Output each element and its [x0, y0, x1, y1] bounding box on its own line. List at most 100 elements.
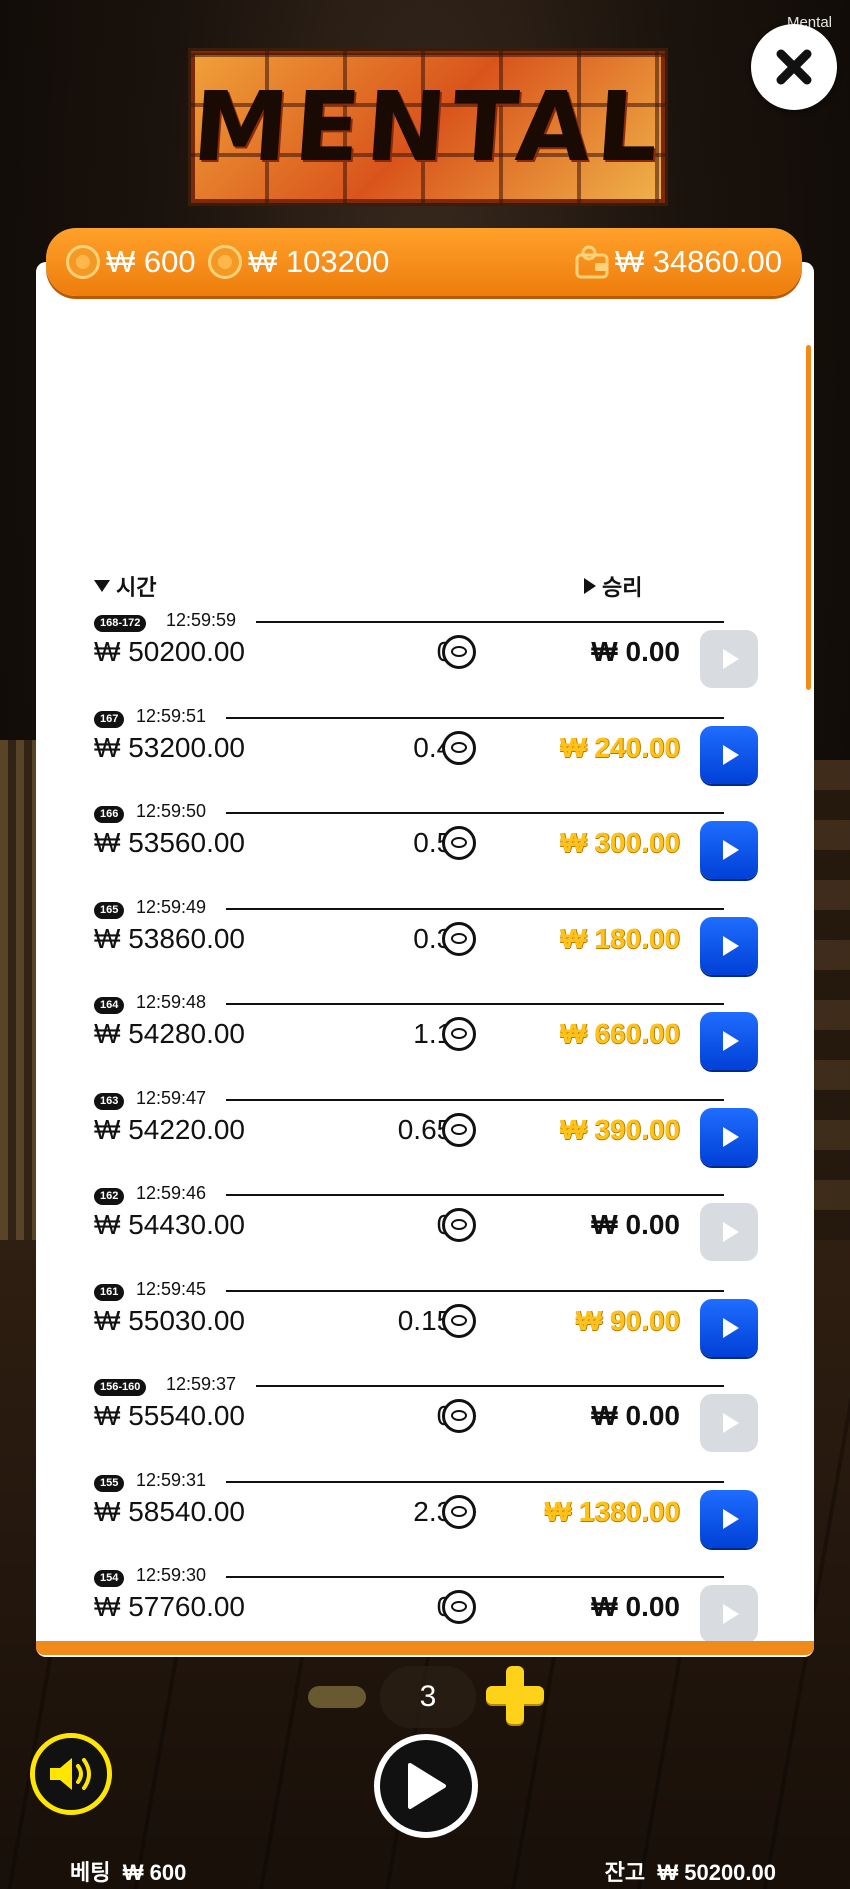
row-win-amount: ₩ 0.00: [591, 1209, 680, 1240]
coin-icon: [442, 1399, 476, 1433]
history-row: 16712:59:51₩ 53200.000.4 x₩ 240.00: [36, 698, 814, 794]
row-separator: [226, 1289, 724, 1292]
coin-icon: [442, 1112, 476, 1147]
row-bet-amount: ₩ 53860.00: [94, 922, 245, 954]
play-button[interactable]: [374, 1734, 478, 1838]
coin-stack-icon: [208, 245, 242, 279]
speaker-icon: [50, 1758, 91, 1790]
play-icon: [723, 1031, 739, 1051]
row-separator: [226, 1098, 724, 1101]
row-bet-amount: ₩ 55540.00: [94, 1400, 245, 1431]
row-bet-amount: ₩ 54430.00: [94, 1209, 245, 1240]
wallet-icon: [575, 245, 609, 279]
round-time: 12:59:48: [136, 992, 207, 1012]
play-icon: [723, 649, 739, 669]
history-row: 15512:59:31₩ 58540.002.3 x₩ 1380.00: [36, 1462, 814, 1558]
coin-icon: [442, 1017, 476, 1051]
row-win-amount: ₩ 0.00: [591, 1591, 680, 1622]
replay-button[interactable]: [700, 1585, 758, 1643]
history-row: 168-17212:59:59₩ 50200.000 x₩ 0.00: [36, 602, 814, 698]
row-separator: [226, 812, 724, 814]
background-wall-left: [0, 740, 40, 1260]
row-separator: [226, 1576, 724, 1578]
row-bet-amount: ₩ 54280.00: [94, 1018, 245, 1049]
close-button[interactable]: [751, 24, 837, 110]
replay-button[interactable]: [700, 1298, 758, 1357]
history-row: 16512:59:49₩ 53860.000.3 x₩ 180.00: [36, 889, 814, 985]
round-badge: 167: [94, 710, 125, 728]
row-bet-amount: ₩ 58540.00: [94, 1495, 245, 1527]
play-icon: [408, 1763, 446, 1809]
row-win-amount: ₩ 300.00: [560, 827, 680, 858]
round-badge: 164: [94, 997, 125, 1014]
panel-bottom-bar: [36, 1641, 814, 1655]
coin-icon: [442, 1590, 476, 1624]
row-bet-amount: ₩ 53560.00: [94, 827, 245, 858]
row-bet-amount: ₩ 57760.00: [94, 1591, 245, 1622]
time-column-header[interactable]: 시간: [94, 570, 156, 602]
total-amount: ₩ 103200: [208, 244, 389, 280]
increase-button[interactable]: [486, 1666, 544, 1724]
round-time: 12:59:31: [136, 1469, 207, 1490]
wallet-amount: ₩ 34860.00: [575, 244, 782, 280]
coin-icon: [442, 1303, 476, 1338]
sort-right-icon: [584, 578, 596, 594]
balance-bar: ₩ 600 ₩ 103200 ₩ 34860.00: [46, 228, 802, 296]
win-header-label: 승리: [602, 575, 643, 600]
coin-icon: [66, 245, 100, 279]
round-badge: 165: [94, 901, 125, 919]
replay-button[interactable]: [700, 1203, 758, 1261]
history-row: 16612:59:50₩ 53560.000.5 x₩ 300.00: [36, 793, 814, 889]
footer-bet-label: 베팅: [70, 1860, 111, 1885]
round-time: 12:59:46: [136, 1183, 207, 1203]
wallet-amount-value: ₩ 34860.00: [614, 244, 782, 279]
play-icon: [723, 744, 739, 765]
sort-down-icon: [94, 580, 110, 592]
round-badge: 166: [94, 806, 125, 823]
row-separator: [256, 621, 724, 623]
time-header-label: 시간: [116, 575, 157, 600]
row-separator: [226, 716, 724, 719]
background-wall-right: [810, 760, 850, 1240]
history-row: 15412:59:30₩ 57760.000 x₩ 0.00: [36, 1557, 814, 1653]
footer-balance: 잔고 ₩ 50200.00: [605, 1855, 776, 1887]
stepper-value: 3: [380, 1666, 476, 1728]
replay-button[interactable]: [700, 1394, 758, 1452]
close-icon: [776, 49, 812, 85]
row-separator: [226, 1003, 724, 1005]
history-panel: 시간 승리 168-17212:59:59₩ 50200.000 x₩ 0.00…: [36, 262, 814, 1657]
decrease-button[interactable]: [308, 1686, 366, 1708]
round-time: 12:59:47: [136, 1087, 207, 1108]
replay-button[interactable]: [700, 1012, 758, 1070]
sound-button[interactable]: [30, 1733, 112, 1815]
replay-button[interactable]: [700, 630, 758, 688]
replay-button[interactable]: [700, 1489, 758, 1548]
replay-button[interactable]: [700, 725, 758, 784]
round-badge: 168-172: [94, 615, 147, 632]
row-win-amount: ₩ 1380.00: [544, 1495, 680, 1527]
coin-icon: [442, 1494, 476, 1529]
replay-button[interactable]: [700, 821, 758, 879]
scrollbar[interactable]: [806, 345, 811, 690]
round-badge: 156-160: [94, 1379, 147, 1396]
play-icon: [723, 1508, 739, 1529]
replay-button[interactable]: [700, 1107, 758, 1166]
win-column-header[interactable]: 승리: [584, 570, 642, 602]
footer-balance-value: ₩ 50200.00: [657, 1860, 776, 1885]
footer-bet: 베팅 ₩ 600: [70, 1855, 186, 1887]
row-win-amount: ₩ 240.00: [560, 731, 680, 763]
replay-button[interactable]: [700, 916, 758, 975]
bet-amount-value: ₩ 600: [106, 244, 196, 279]
round-badge: 163: [94, 1092, 125, 1110]
row-win-amount: ₩ 180.00: [560, 922, 680, 954]
coin-icon: [442, 635, 476, 669]
play-icon: [723, 840, 739, 860]
bet-amount: ₩ 600: [66, 244, 196, 280]
game-logo: MENTAL: [188, 48, 668, 206]
row-separator: [226, 1194, 724, 1196]
round-badge: 161: [94, 1283, 125, 1301]
row-separator: [226, 1480, 724, 1483]
row-win-amount: ₩ 0.00: [591, 636, 680, 667]
history-row: 16212:59:46₩ 54430.000 x₩ 0.00: [36, 1175, 814, 1271]
history-row: 161 12:59:45 ₩ 55030.00 0.15 x ₩ 90.00: [36, 1271, 814, 1367]
